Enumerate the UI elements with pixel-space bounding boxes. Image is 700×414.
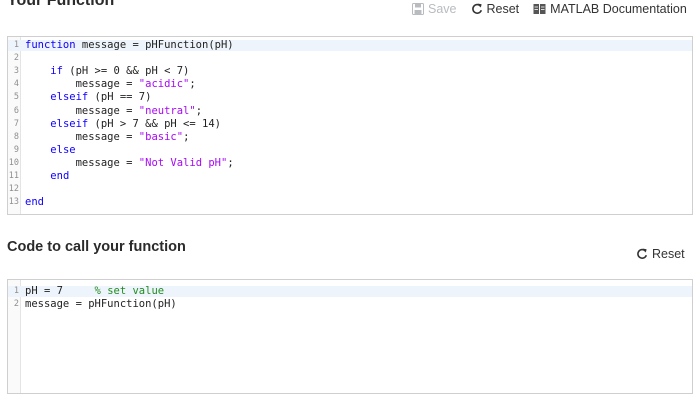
reset-button-label: Reset: [486, 2, 520, 16]
code-token: pH = 7: [25, 285, 95, 297]
code-line[interactable]: 8 message = "basic";: [8, 130, 692, 143]
reset-icon: [637, 248, 648, 259]
function-section-title: Your Function: [7, 0, 115, 9]
code-line[interactable]: 1 function message = pHFunction(pH): [8, 40, 692, 51]
line-number: 5: [13, 92, 19, 103]
function-toolbar: Save Reset MATLAB Documentation: [398, 2, 687, 16]
code-token: message =: [25, 130, 139, 143]
documentation-icon: [533, 4, 546, 14]
code-token: ;: [227, 156, 234, 169]
code-token: ;: [195, 104, 203, 117]
code-line[interactable]: 2: [8, 53, 692, 64]
save-icon: [412, 3, 424, 15]
code-keyword: elseif: [50, 117, 89, 130]
line-number: 6: [13, 105, 19, 116]
call-toolbar: Reset: [622, 247, 685, 261]
code-keyword: else: [50, 143, 76, 156]
line-number: 3: [13, 66, 19, 77]
line-number: 1: [13, 40, 19, 50]
code-line[interactable]: 11 end: [8, 171, 692, 182]
code-text: pH = 7 % set value: [25, 286, 164, 297]
reset-icon: [471, 3, 482, 14]
line-number: 8: [13, 131, 19, 142]
code-text: message = "basic";: [25, 130, 190, 143]
code-line[interactable]: 5 elseif (pH == 7): [8, 92, 692, 103]
code-text: message = "acidic";: [25, 79, 196, 90]
code-line[interactable]: 10 message = "Not Valid pH";: [8, 156, 692, 169]
code-token: (pH >= 0 && pH < 7): [62, 65, 190, 78]
line-number: 2: [13, 298, 19, 309]
line-number: 1: [13, 286, 19, 296]
code-comment: % set value: [94, 285, 165, 297]
line-number: 13: [8, 197, 19, 208]
line-number: 2: [13, 53, 19, 64]
call-reset-button[interactable]: Reset: [636, 247, 685, 261]
code-line[interactable]: 2 message = pHFunction(pH): [8, 297, 692, 310]
code-token: (pH == 7): [88, 91, 152, 104]
code-line[interactable]: 13 end: [8, 197, 692, 208]
save-button[interactable]: Save: [412, 2, 457, 16]
line-number: 7: [13, 118, 19, 129]
code-string: "neutral": [138, 104, 196, 117]
line-number: 10: [8, 157, 19, 168]
code-token: ;: [189, 78, 196, 91]
code-keyword: end: [50, 170, 70, 182]
code-line[interactable]: 4 message = "acidic";: [8, 79, 692, 90]
code-text: end: [25, 171, 69, 182]
code-text: function message = pHFunction(pH): [25, 40, 234, 51]
code-text: message = "Not Valid pH";: [25, 156, 234, 169]
matlab-documentation-button[interactable]: MATLAB Documentation: [533, 2, 687, 16]
code-line[interactable]: 3 if (pH >= 0 && pH < 7): [8, 66, 692, 77]
code-token: message = pHFunction(pH): [75, 39, 234, 51]
code-text: message = "neutral";: [25, 104, 203, 117]
line-number: 12: [8, 184, 19, 195]
code-token: message =: [25, 156, 139, 169]
code-keyword: elseif: [50, 91, 89, 104]
code-string: "basic": [138, 130, 184, 143]
code-token: message =: [25, 104, 139, 117]
code-string: "acidic": [138, 78, 190, 91]
code-line[interactable]: 12: [8, 184, 692, 195]
code-text: if (pH >= 0 && pH < 7): [25, 66, 189, 77]
call-reset-button-label: Reset: [652, 247, 685, 261]
call-code-editor[interactable]: 1 pH = 7 % set value 2 message = pHFunction…: [7, 279, 693, 394]
code-text: end: [25, 197, 44, 208]
code-text: elseif (pH == 7): [25, 92, 151, 103]
code-text: else: [25, 143, 76, 156]
code-token: message =: [25, 78, 139, 91]
code-line[interactable]: 6 message = "neutral";: [8, 104, 692, 117]
code-keyword: end: [25, 196, 44, 209]
code-token: message = pHFunction(pH): [25, 297, 177, 310]
line-number: 11: [8, 171, 19, 181]
line-number: 9: [13, 144, 19, 155]
code-string: "Not Valid pH": [138, 156, 228, 169]
documentation-button-label: MATLAB Documentation: [550, 2, 687, 16]
line-number: 4: [13, 79, 19, 90]
code-line[interactable]: 9 else: [8, 143, 692, 156]
function-code-editor[interactable]: 1 function message = pHFunction(pH) 2 3 if …: [7, 36, 693, 215]
code-line[interactable]: 7 elseif (pH > 7 && pH <= 14): [8, 117, 692, 130]
code-token: ;: [183, 130, 190, 143]
code-line[interactable]: 1 pH = 7 % set value: [8, 286, 692, 297]
code-text: message = pHFunction(pH): [25, 297, 177, 310]
code-keyword: function: [25, 39, 76, 51]
code-keyword: if: [50, 65, 63, 78]
code-text: elseif (pH > 7 && pH <= 14): [25, 117, 221, 130]
save-button-label: Save: [428, 2, 457, 16]
call-section-title: Code to call your function: [7, 239, 186, 255]
reset-button[interactable]: Reset: [471, 2, 520, 16]
code-token: (pH > 7 && pH <= 14): [88, 117, 221, 130]
